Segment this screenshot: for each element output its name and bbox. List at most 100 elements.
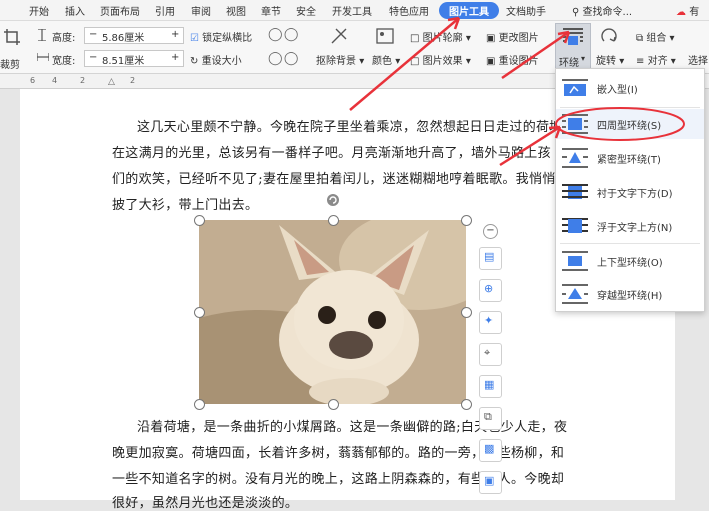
width-icon xyxy=(37,53,49,61)
tab-chapter[interactable]: 章节 xyxy=(261,3,281,18)
tab-references[interactable]: 引用 xyxy=(155,3,175,18)
tab-doc-assistant[interactable]: 文档助手 xyxy=(506,3,546,18)
chevron-down-icon: ▾ xyxy=(465,33,471,44)
search-command-label: 查找命令... xyxy=(582,7,633,18)
account-button[interactable]: ☁ 有 xyxy=(676,3,699,18)
tab-featured[interactable]: 特色应用 xyxy=(389,3,429,18)
copy-icon: ⧉ xyxy=(484,410,492,423)
tab-developer[interactable]: 开发工具 xyxy=(332,3,372,18)
resize-handle[interactable] xyxy=(194,399,205,410)
reset-picture-icon: ▣ xyxy=(486,56,496,67)
collapse-icon[interactable]: − xyxy=(483,224,498,239)
picture-effects-button[interactable]: □ 图片效果 ▾ xyxy=(410,52,471,67)
resize-handle[interactable] xyxy=(328,215,339,226)
height-value[interactable]: 5.86厘米 xyxy=(102,29,144,44)
zoom-button[interactable]: ⊕ xyxy=(479,279,502,302)
rotate-label: 旋转 xyxy=(596,56,616,67)
menu-item-tight-wrap[interactable]: 紧密型环绕(T) xyxy=(556,143,704,173)
width-label: 宽度: xyxy=(52,56,76,67)
rotate-shape-icon[interactable]: ◯ ◯ xyxy=(268,27,298,42)
height-decrease-button[interactable]: − xyxy=(89,29,97,40)
lock-ratio-label: 锁定纵横比 xyxy=(202,33,253,44)
reset-picture-label: 重设图片 xyxy=(498,56,539,67)
menu-item-label: 四周型环绕(S) xyxy=(597,121,662,132)
chevron-down-icon: ▾ xyxy=(669,33,675,44)
wrap-button[interactable]: 环绕 ▾ xyxy=(555,23,591,71)
color-label: 颜色 xyxy=(372,56,392,67)
crop-float-button[interactable]: ⌖ xyxy=(479,343,502,366)
picture-outline-icon: □ xyxy=(410,33,420,44)
crop-icon xyxy=(4,29,20,45)
remove-background-label: 抠除背景 xyxy=(316,56,356,67)
color-button[interactable]: 颜色 ▾ xyxy=(372,52,400,67)
paragraph-line: 很好，虽然月光也还是淡淡的。 xyxy=(112,496,299,511)
align-icon: ≡ xyxy=(636,56,645,67)
picture-outline-button[interactable]: □ 图片轮廓 ▾ xyxy=(410,29,471,44)
picture-effects-label: 图片效果 xyxy=(422,56,463,67)
dog-photo[interactable] xyxy=(199,220,466,404)
height-increase-button[interactable]: + xyxy=(171,29,179,40)
edit-picture-button[interactable]: ✦ xyxy=(479,311,502,334)
resize-handle[interactable] xyxy=(194,307,205,318)
menu-item-top-bottom[interactable]: 上下型环绕(O) xyxy=(556,246,704,276)
menu-item-inline[interactable]: 嵌入型(I) xyxy=(556,73,704,103)
height-field[interactable]: − 5.86厘米 + xyxy=(84,27,184,44)
resize-handle[interactable] xyxy=(461,215,472,226)
reset-picture-button[interactable]: ▣ 重设图片 xyxy=(486,52,539,67)
tab-page-layout[interactable]: 页面布局 xyxy=(100,3,140,18)
copy-picture-button[interactable]: ⧉ xyxy=(479,407,502,430)
resize-handle[interactable] xyxy=(194,215,205,226)
menu-item-behind-text[interactable]: 衬于文字下方(D) xyxy=(556,177,704,207)
reset-size-button[interactable]: ↻ 重设大小 xyxy=(190,52,242,67)
search-command[interactable]: ⚲ 查找命令... xyxy=(572,3,632,18)
tab-view[interactable]: 视图 xyxy=(226,3,246,18)
group-label: 组合 xyxy=(646,33,667,44)
menu-item-through[interactable]: 穿越型环绕(H) xyxy=(556,279,704,309)
picture-text-icon: ▩ xyxy=(484,442,495,455)
flip-shape-icon[interactable]: ◯ ◯ xyxy=(268,51,298,66)
resize-handle[interactable] xyxy=(461,399,472,410)
picture-tools-toolbar: 裁剪 高度: − 5.86厘米 + 宽度: − 8.51厘米 + ☑ 锁定纵横比… xyxy=(0,21,709,74)
menu-item-square-wrap[interactable]: 四周型环绕(S) xyxy=(556,109,704,139)
change-picture-button[interactable]: ▣ 更改图片 xyxy=(486,29,539,44)
width-increase-button[interactable]: + xyxy=(171,52,179,63)
picture-outline-label: 图片轮廓 xyxy=(422,33,463,44)
width-value[interactable]: 8.51厘米 xyxy=(102,52,144,67)
through-wrap-icon xyxy=(562,284,588,304)
reset-size-icon: ↻ xyxy=(190,56,199,67)
layout-options-button[interactable]: ▤ xyxy=(479,247,502,270)
square-wrap-icon xyxy=(562,114,588,134)
rotate-icon xyxy=(601,28,617,42)
picture-tools-float-button[interactable]: ▦ xyxy=(479,375,502,398)
ruler-tick-label: 6 xyxy=(30,76,36,85)
tab-insert[interactable]: 插入 xyxy=(65,3,85,18)
crop-icon: ⌖ xyxy=(484,346,491,359)
rotate-handle-icon[interactable] xyxy=(326,193,340,207)
width-decrease-button[interactable]: − xyxy=(89,52,97,63)
wrap-label: 环绕 xyxy=(559,58,579,69)
menu-item-label: 上下型环绕(O) xyxy=(597,258,663,269)
more-picture-button[interactable]: ▣ xyxy=(479,471,502,494)
menu-item-in-front-text[interactable]: 浮于文字上方(N) xyxy=(556,211,704,241)
change-picture-icon: ▣ xyxy=(486,33,496,44)
rotate-button[interactable]: 旋转 ▾ xyxy=(596,52,624,67)
group-button[interactable]: ⧉ 组合 ▾ xyxy=(636,29,675,44)
select-button[interactable]: 选择 xyxy=(688,52,708,67)
behind-text-icon xyxy=(562,184,588,199)
indent-marker-icon[interactable]: △ xyxy=(108,77,115,87)
crop-button[interactable]: 裁剪 xyxy=(0,56,20,71)
remove-background-button[interactable]: 抠除背景 ▾ xyxy=(316,52,364,67)
resize-handle[interactable] xyxy=(328,399,339,410)
chevron-down-icon: ▾ xyxy=(395,56,401,67)
tab-picture-tools[interactable]: 图片工具 xyxy=(439,2,499,19)
paragraph-line: 在这满月的光里，总该另有一番样子吧。月亮渐渐地升高了，墙外马路上孩 xyxy=(112,146,551,161)
tab-security[interactable]: 安全 xyxy=(296,3,316,18)
width-field[interactable]: − 8.51厘米 + xyxy=(84,50,184,67)
chevron-down-icon: ▾ xyxy=(670,56,676,67)
resize-handle[interactable] xyxy=(461,307,472,318)
tab-review[interactable]: 审阅 xyxy=(191,3,211,18)
tab-home[interactable]: 开始 xyxy=(29,3,49,18)
lock-ratio-checkbox[interactable]: ☑ 锁定纵横比 xyxy=(190,29,252,44)
translate-picture-button[interactable]: ▩ xyxy=(479,439,502,462)
align-button[interactable]: ≡ 对齐 ▾ xyxy=(636,52,676,67)
